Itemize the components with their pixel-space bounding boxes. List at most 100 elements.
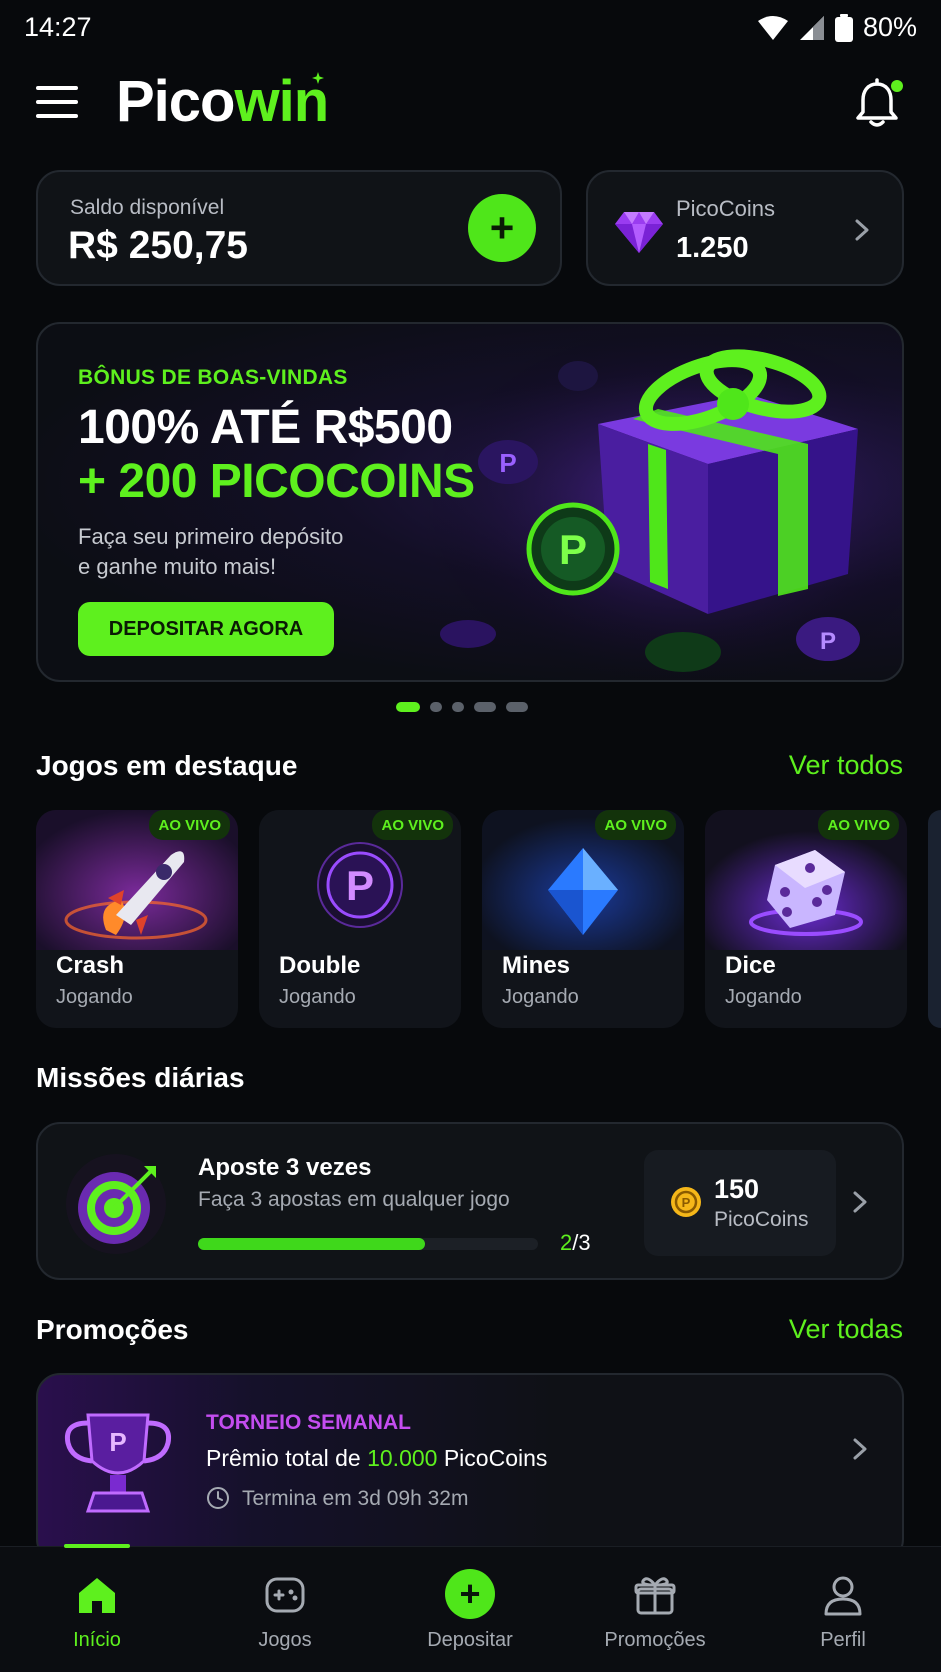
mission-progress-fill [198, 1238, 425, 1250]
game-name: Double [279, 952, 361, 979]
carousel-dot-4[interactable] [474, 702, 496, 712]
banner-subtitle-line2: e ganhe muito mais! [78, 554, 277, 579]
svg-text:P: P [499, 448, 516, 478]
gift-icon [634, 1577, 676, 1615]
clock-icon [207, 1487, 229, 1509]
nav-label: Perfil [820, 1629, 866, 1651]
nav-games[interactable]: Jogos [210, 1547, 360, 1672]
nav-label: Jogos [258, 1629, 312, 1651]
mission-description: Faça 3 apostas em qualquer jogo [198, 1188, 510, 1211]
mission-progress-text: 2/3 [560, 1230, 591, 1256]
mission-reward: P 150 PicoCoins [644, 1150, 836, 1256]
svg-text:P: P [559, 526, 587, 573]
banner-eyebrow: BÔNUS DE BOAS-VINDAS [78, 366, 348, 389]
hamburger-icon [36, 86, 78, 90]
svg-text:P: P [820, 628, 836, 655]
nav-label: Promoções [604, 1629, 706, 1651]
nav-label: Início [73, 1629, 121, 1651]
logo-prefix: Pico [116, 69, 235, 134]
wifi-icon [757, 15, 788, 40]
promo-eyebrow: TORNEIO SEMANAL [206, 1411, 411, 1434]
gamepad-icon [265, 1577, 305, 1613]
game-name: Mines [502, 952, 571, 979]
game-status: Jogando [502, 986, 579, 1008]
hamburger-line [36, 100, 78, 104]
game-card-mines[interactable]: AO VIVO Mines Jogando [482, 810, 684, 1028]
target-icon [66, 1154, 166, 1254]
game-card-double[interactable]: P AO VIVO Double Jogando [259, 810, 461, 1028]
status-icons: 80% [757, 12, 917, 43]
live-badge: AO VIVO [595, 810, 676, 840]
mission-title: Aposte 3 vezes [198, 1154, 372, 1181]
chevron-right-icon [853, 1191, 867, 1213]
plus-circle-icon: + [445, 1569, 495, 1619]
user-icon [824, 1576, 862, 1616]
promo-time-remaining: Termina em 3d 09h 32m [242, 1487, 469, 1510]
gem-icon [615, 212, 663, 253]
signal-icon [799, 15, 824, 40]
deposit-now-button[interactable]: DEPOSITAR AGORA [78, 602, 334, 656]
promo-title-prefix: Prêmio total de [206, 1445, 368, 1471]
game-status: Jogando [279, 986, 356, 1008]
game-card-peek[interactable] [928, 810, 941, 1028]
chevron-right-icon [853, 1438, 867, 1460]
promotions-title: Promoções [36, 1314, 189, 1345]
nav-label: Depositar [427, 1629, 513, 1651]
nav-promotions[interactable]: Promoções [580, 1547, 730, 1672]
coin-icon: P [671, 1187, 701, 1217]
live-badge: AO VIVO [818, 810, 899, 840]
nav-profile[interactable]: Perfil [768, 1547, 918, 1672]
welcome-bonus-banner[interactable]: P P P BÔNUS DE BOAS-VINDAS 100% ATÉ R$50… [36, 322, 904, 682]
gift-box-illustration: P P P [418, 334, 902, 680]
bottom-navigation: Início Jogos + Depositar Promoções Perfi… [0, 1544, 941, 1672]
battery-percent: 80% [862, 12, 917, 42]
picocoins-label: PicoCoins [676, 196, 776, 221]
banner-subtitle-line1: Faça seu primeiro depósito [78, 524, 344, 549]
carousel-dot-5[interactable] [506, 702, 528, 712]
picocoins-value: 1.250 [676, 232, 749, 264]
game-name: Crash [56, 952, 125, 979]
carousel-dot-2[interactable] [430, 702, 442, 712]
menu-button[interactable] [36, 86, 78, 120]
live-badge: AO VIVO [372, 810, 453, 840]
svg-text:P: P [682, 1195, 691, 1210]
promo-title: Prêmio total de 10.000 PicoCoins [206, 1445, 547, 1472]
balance-card: Saldo disponível R$ 250,75 + [36, 170, 562, 286]
app-header: Picowin [0, 64, 941, 144]
chevron-right-icon [855, 219, 869, 241]
weekly-tournament-card[interactable]: P TORNEIO SEMANAL Prêmio total de 10.000… [36, 1373, 904, 1563]
home-icon [79, 1578, 115, 1613]
picocoins-card[interactable]: PicoCoins 1.250 [586, 170, 904, 286]
status-bar: 14:27 80% [0, 0, 941, 56]
add-balance-button[interactable]: + [468, 194, 536, 262]
svg-text:P: P [346, 862, 374, 909]
game-card-dice[interactable]: AO VIVO Dice Jogando [705, 810, 907, 1028]
banner-title-line1: 100% ATÉ R$500 [78, 401, 453, 454]
notification-dot [891, 80, 903, 92]
carousel-dots [396, 702, 528, 712]
nav-home[interactable]: Início [22, 1547, 172, 1672]
carousel-dot-3[interactable] [452, 702, 464, 712]
banner-title-line2: + 200 PICOCOINS [78, 455, 475, 508]
status-time: 14:27 [24, 12, 92, 42]
balance-value: R$ 250,75 [68, 224, 248, 267]
balance-label: Saldo disponível [70, 196, 225, 219]
promotions-see-all-link[interactable]: Ver todas [789, 1314, 903, 1345]
game-card-crash[interactable]: AO VIVO Crash Jogando [36, 810, 238, 1028]
progress-total: /3 [572, 1230, 591, 1255]
mission-card[interactable]: Aposte 3 vezes Faça 3 apostas em qualque… [36, 1122, 904, 1280]
featured-games-title: Jogos em destaque [36, 750, 298, 781]
progress-current: 2 [560, 1230, 573, 1255]
promo-title-highlight: 10.000 [367, 1445, 438, 1471]
mission-progress-bar [198, 1238, 538, 1250]
svg-text:P: P [109, 1427, 126, 1457]
live-badge: AO VIVO [149, 810, 230, 840]
daily-missions-title: Missões diárias [36, 1062, 245, 1093]
reward-value: 150 [714, 1174, 760, 1204]
hamburger-line [36, 114, 78, 118]
picowin-logo[interactable]: Picowin [116, 68, 329, 135]
game-status: Jogando [56, 986, 133, 1008]
featured-see-all-link[interactable]: Ver todos [789, 750, 903, 781]
nav-deposit[interactable]: + Depositar [395, 1547, 545, 1672]
carousel-dot-1[interactable] [396, 702, 420, 712]
